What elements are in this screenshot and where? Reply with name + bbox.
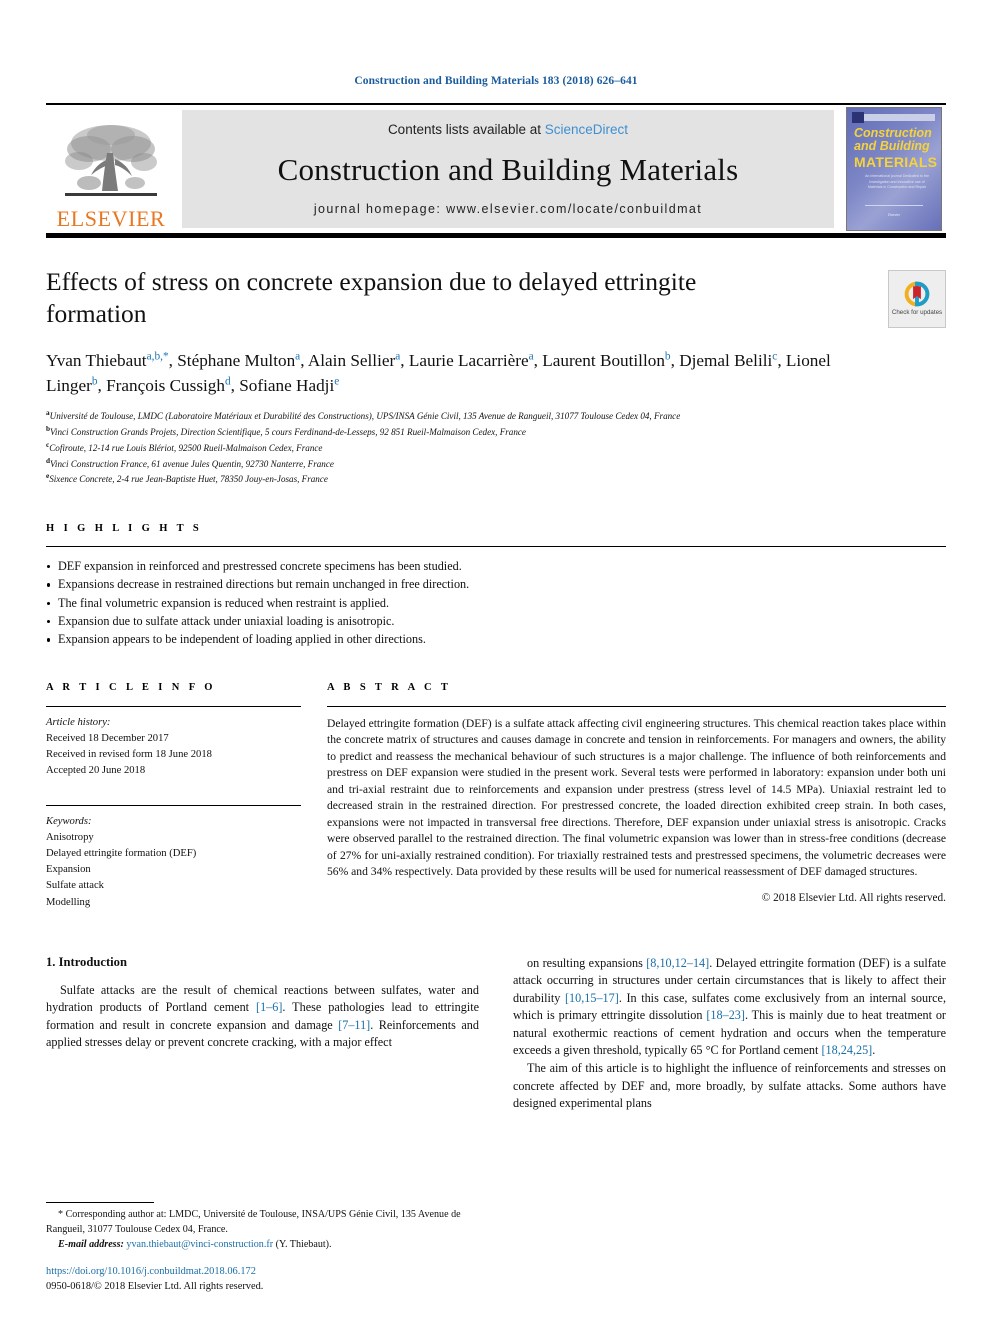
affiliation-text: Sixence Concrete, 2-4 rue Jean-Baptiste …: [49, 474, 328, 485]
intro-paragraph-1: Sulfate attacks are the result of chemic…: [46, 982, 479, 1050]
elsevier-logo: ELSEVIER: [46, 105, 176, 233]
body-column-left: 1. Introduction Sulfate attacks are the …: [46, 955, 479, 1113]
keyword-item: Anisotropy: [46, 832, 94, 844]
footnote-rule: [46, 1202, 154, 1204]
crossmark-badge[interactable]: Check for updates: [888, 270, 946, 328]
list-item: Expansion due to sulfate attack under un…: [46, 612, 946, 630]
affiliation-text: Cofiroute, 12-14 rue Louis Blériot, 9250…: [49, 442, 323, 453]
abstract-rule: [327, 705, 946, 707]
masthead-center: Contents lists available at ScienceDirec…: [182, 110, 834, 228]
affiliation-list: aUniversité de Toulouse, LMDC (Laboratoi…: [46, 408, 946, 487]
email-suffix: (Y. Thiebaut).: [275, 1238, 332, 1250]
issn-copyright-line: 0950-0618/© 2018 Elsevier Ltd. All right…: [46, 1281, 264, 1293]
abstract-heading: A B S T R A C T: [327, 681, 452, 693]
cover-title-line3: MATERIALS: [854, 154, 938, 170]
article-history: Article history: Received 18 December 20…: [46, 715, 301, 779]
masthead-bottom-rule: [46, 233, 946, 238]
abstract-text: Delayed ettringite formation (DEF) is a …: [327, 716, 946, 879]
info-abstract-block: A R T I C L E I N F O Article history: R…: [46, 682, 946, 911]
body-columns: 1. Introduction Sulfate attacks are the …: [46, 955, 946, 1113]
highlights-list: DEF expansion in reinforced and prestres…: [46, 557, 946, 648]
article-info-heading: A R T I C L E I N F O: [46, 681, 216, 693]
journal-title: Construction and Building Materials: [277, 151, 739, 187]
doi-link[interactable]: https://doi.org/10.1016/j.conbuildmat.20…: [46, 1265, 476, 1280]
abstract-section: A B S T R A C T Delayed ettringite forma…: [327, 682, 946, 911]
history-item: Received 18 December 2017: [46, 732, 169, 744]
contents-prefix: Contents lists available at: [387, 122, 545, 137]
history-item: Received in revised form 18 June 2018: [46, 748, 212, 760]
list-item: DEF expansion in reinforced and prestres…: [46, 557, 946, 575]
keywords-block: Keywords: Anisotropy Delayed ettringite …: [46, 814, 301, 911]
affiliation-item: eSixence Concrete, 2-4 rue Jean-Baptiste…: [46, 471, 946, 487]
author-list: Yvan Thiebauta,b,*, Stéphane Multona, Al…: [46, 350, 831, 396]
list-item: The final volumetric expansion is reduce…: [46, 594, 946, 612]
cover-divider: [865, 205, 923, 206]
affiliation-text: Université de Toulouse, LMDC (Laboratoir…: [49, 411, 681, 422]
cover-image: Construction and Building MATERIALS An i…: [846, 107, 942, 231]
title-column: Effects of stress on concrete expansion …: [46, 266, 876, 329]
history-item: Accepted 20 June 2018: [46, 764, 146, 776]
contents-available-line: Contents lists available at ScienceDirec…: [388, 122, 628, 137]
intro-paragraph-3: The aim of this article is to highlight …: [513, 1060, 946, 1111]
cover-subtitle: An international journal Dedicated to th…: [865, 174, 929, 190]
cover-title-line2: and Building: [854, 139, 930, 153]
section-title-introduction: 1. Introduction: [46, 954, 127, 969]
affiliation-text: Vinci Construction Grands Projets, Direc…: [50, 427, 526, 438]
keyword-item: Sulfate attack: [46, 880, 104, 892]
article-info-section: A R T I C L E I N F O Article history: R…: [46, 682, 301, 911]
email-link[interactable]: yvan.thiebaut@vinci-construction.fr: [126, 1239, 273, 1250]
keyword-item: Delayed ettringite formation (DEF): [46, 848, 197, 860]
intro-paragraph-2: on resulting expansions [8,10,12–14]. De…: [513, 955, 946, 1058]
email-label: E-mail address:: [58, 1238, 124, 1250]
cover-footer: Elsevier: [887, 212, 901, 217]
list-item: Expansion appears to be independent of l…: [46, 630, 946, 648]
affiliation-item: aUniversité de Toulouse, LMDC (Laboratoi…: [46, 408, 946, 424]
keyword-item: Expansion: [46, 864, 91, 876]
page-title: Effects of stress on concrete expansion …: [46, 267, 697, 328]
article-page: Construction and Building Materials 183 …: [0, 0, 992, 1323]
affiliation-item: dVinci Construction France, 61 avenue Ju…: [46, 456, 946, 472]
keywords-rule: [46, 805, 301, 807]
title-block: Effects of stress on concrete expansion …: [46, 266, 946, 329]
crossmark-column: Check for updates: [876, 266, 946, 329]
crossmark-label: Check for updates: [891, 309, 943, 317]
body-column-right: on resulting expansions [8,10,12–14]. De…: [513, 955, 946, 1113]
elsevier-wordmark: ELSEVIER: [56, 206, 166, 231]
sciencedirect-link[interactable]: ScienceDirect: [545, 122, 628, 137]
keyword-item: Modelling: [46, 896, 91, 908]
crossmark-icon: [904, 281, 930, 307]
highlights-rule: [46, 546, 946, 548]
highlights-section: H I G H L I G H T S DEF expansion in rei…: [46, 523, 946, 648]
journal-cover-thumbnail: Construction and Building MATERIALS An i…: [842, 105, 946, 233]
email-note: E-mail address: yvan.thiebaut@vinci-cons…: [46, 1238, 476, 1253]
running-head: Construction and Building Materials 183 …: [354, 75, 638, 87]
affiliation-text: Vinci Construction France, 61 avenue Jul…: [50, 458, 334, 469]
doi-block: https://doi.org/10.1016/j.conbuildmat.20…: [46, 1265, 476, 1295]
cover-elsevier-mark: [852, 112, 864, 123]
copyright-line: © 2018 Elsevier Ltd. All rights reserved…: [761, 891, 946, 904]
keywords-label: Keywords:: [46, 816, 92, 828]
list-item: Expansions decrease in restrained direct…: [46, 575, 946, 593]
cover-topbar: [853, 114, 935, 121]
corresponding-author-note: * Corresponding author at: LMDC, Univers…: [46, 1209, 461, 1235]
affiliation-item: bVinci Construction Grands Projets, Dire…: [46, 424, 946, 440]
footnote-block: * Corresponding author at: LMDC, Univers…: [46, 1202, 476, 1295]
journal-homepage[interactable]: journal homepage: www.elsevier.com/locat…: [314, 202, 702, 216]
journal-masthead: ELSEVIER Contents lists available at Sci…: [46, 103, 946, 233]
article-history-label: Article history:: [46, 716, 111, 728]
highlights-heading: H I G H L I G H T S: [46, 523, 203, 535]
affiliation-item: cCofiroute, 12-14 rue Louis Blériot, 925…: [46, 440, 946, 456]
article-info-rule: [46, 705, 301, 707]
cover-title-line1: Construction: [854, 126, 932, 140]
elsevier-tree-icon: [65, 125, 157, 196]
